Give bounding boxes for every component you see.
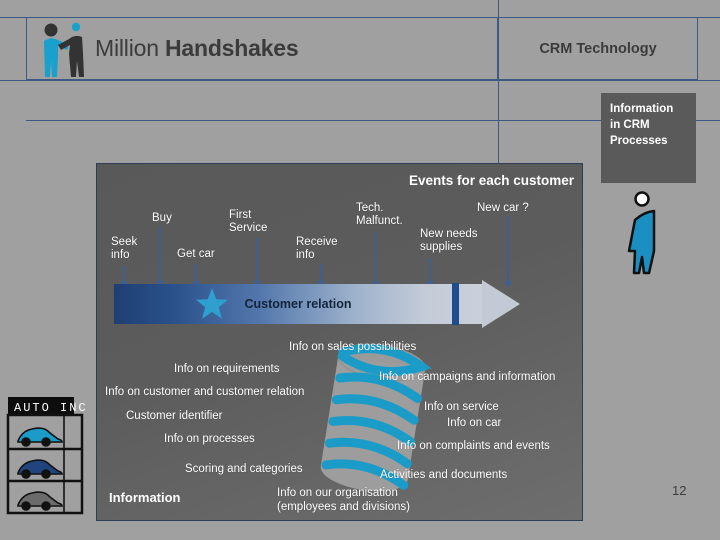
information-label: Info on campaigns and information [379, 371, 556, 383]
timeline-event-label: First Service [229, 209, 268, 234]
band-label: Customer relation [244, 297, 352, 311]
timeline-arrow-icon [156, 226, 164, 288]
information-label: Info on sales possibilities [289, 341, 417, 353]
timeline-arrow-icon [317, 264, 325, 288]
information-label: Info on complaints and events [397, 440, 550, 452]
crm-technology-title-box: CRM Technology [498, 17, 698, 80]
two-handshaking-figures-logo-icon [35, 21, 97, 77]
brand-word-bold: Handshakes [164, 35, 299, 61]
brand-logo-box: Million Handshakes [26, 17, 498, 80]
information-label: Info on requirements [174, 363, 280, 375]
timeline-arrow-icon [253, 238, 261, 288]
timeline-arrow-icon [372, 232, 380, 288]
header-rule-mid [0, 80, 720, 81]
panel-title: Events for each customer [408, 173, 574, 188]
car-garage-icon: AUTO INC [6, 395, 94, 517]
band-arrowhead-icon [482, 280, 520, 328]
information-label: Info on customer and customer relation [105, 386, 305, 398]
timeline-event-label: New needs supplies [420, 228, 478, 253]
page-number: 12 [672, 483, 687, 498]
info-badge-line-3: Processes [610, 135, 668, 147]
timeline-arrow-icon [504, 216, 512, 288]
brand-word-light: Million [95, 35, 165, 61]
page-title: CRM Technology [539, 40, 657, 57]
info-in-crm-processes-badge: Information in CRM Processes [601, 93, 696, 183]
information-label: Info on processes [164, 433, 255, 445]
customer-relation-band: Customer relation [114, 280, 576, 332]
timeline-event-label: Seek info [111, 236, 138, 261]
crm-process-panel: Events for each customer Seek info Buy Get… [96, 163, 583, 521]
header-rule-vert-a [498, 0, 499, 17]
timeline-arrow-icon [120, 266, 128, 288]
information-label: Info on service [424, 401, 499, 413]
information-label: Activities and documents [380, 469, 508, 481]
information-label: Info on our organisation (employees and … [277, 487, 410, 513]
information-label: Customer identifier [126, 410, 223, 422]
information-label: Info on car [447, 417, 502, 429]
brand-wordmark: Million Handshakes [95, 35, 299, 62]
timeline-event-label: Receive info [296, 236, 338, 261]
timeline-event-label: New car ? [477, 202, 529, 214]
timeline-arrow-icon [426, 258, 434, 288]
svg-text:AUTO INC: AUTO INC [14, 401, 88, 415]
timeline-event-label: Buy [152, 212, 172, 224]
information-heading: Information [109, 490, 181, 505]
person-figure-icon [626, 190, 670, 276]
info-badge-line-2: in CRM [610, 119, 650, 131]
info-badge-line-1: Information [610, 103, 674, 115]
timeline-arrow-icon [192, 264, 200, 288]
information-label: Scoring and categories [185, 463, 303, 475]
timeline-event-label: Get car [177, 248, 215, 260]
timeline-event-label: Tech. Malfunct. [356, 202, 403, 227]
